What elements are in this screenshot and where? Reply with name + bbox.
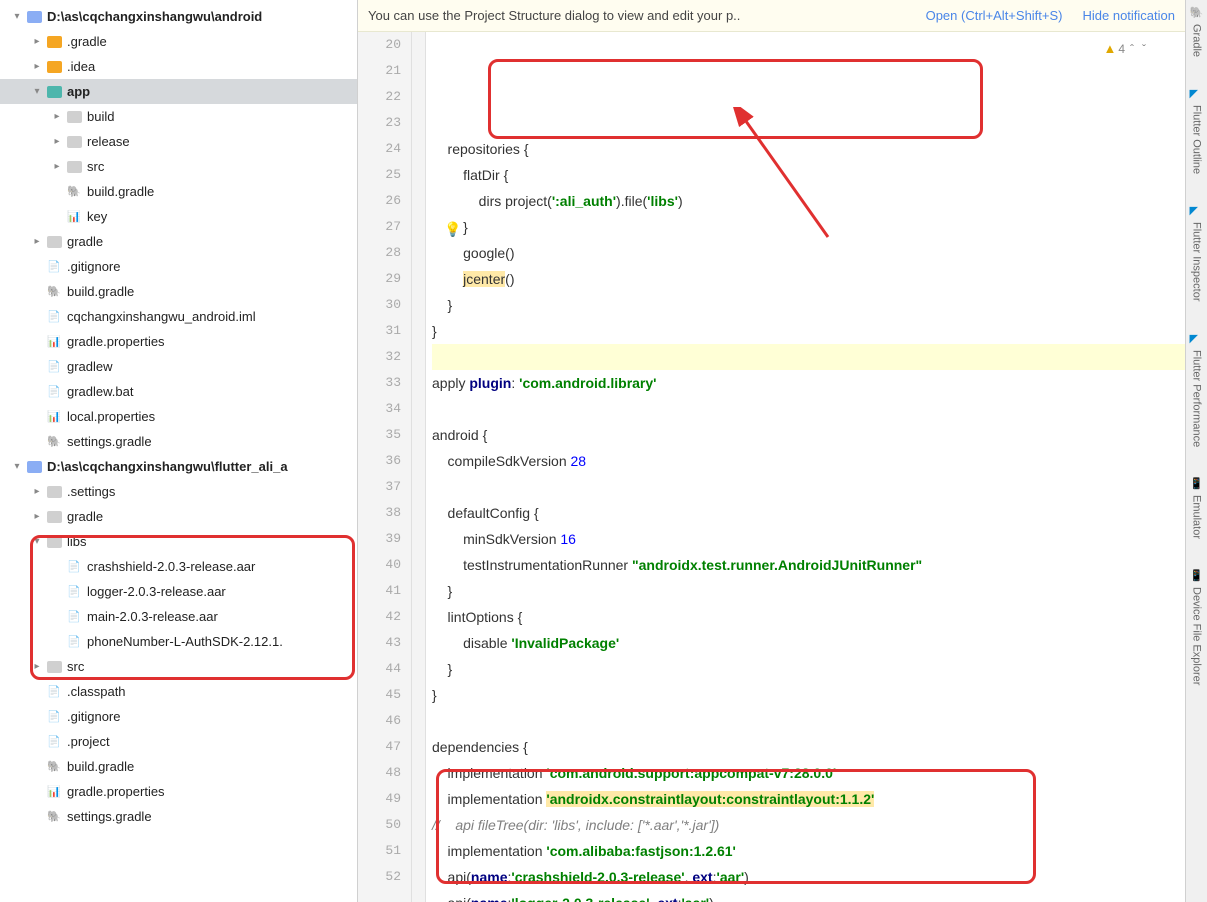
file-icon: 📄	[66, 634, 82, 650]
rail-flutter-performance[interactable]: ◤Flutter Performance	[1190, 332, 1204, 447]
file-icon: 📄	[46, 709, 62, 725]
file-icon: 📄	[66, 559, 82, 575]
tree-item[interactable]: ▸.gradle	[0, 29, 357, 54]
editor: You can use the Project Structure dialog…	[358, 0, 1185, 902]
tree-item[interactable]: ▸.idea	[0, 54, 357, 79]
emulator-icon: 📱	[1190, 477, 1204, 491]
right-tool-rail: 🐘Gradle ◤Flutter Outline ◤Flutter Inspec…	[1185, 0, 1207, 902]
tree-item[interactable]: 📄crashshield-2.0.3-release.aar	[0, 554, 357, 579]
tree-item[interactable]: 📄gradlew.bat	[0, 379, 357, 404]
props-icon: 📊	[46, 334, 62, 350]
gradle-icon: 🐘	[46, 759, 62, 775]
tree-item[interactable]: 📄gradlew	[0, 354, 357, 379]
flutter-icon: ◤	[1190, 87, 1204, 101]
rail-flutter-outline[interactable]: ◤Flutter Outline	[1190, 87, 1204, 174]
rail-device-file-explorer[interactable]: 📱Device File Explorer	[1190, 569, 1204, 685]
key-icon: 📊	[66, 209, 82, 225]
tree-item[interactable]: 📄phoneNumber-L-AuthSDK-2.12.1.	[0, 629, 357, 654]
file-icon: 📄	[46, 684, 62, 700]
tree-item[interactable]: 📊local.properties	[0, 404, 357, 429]
file-icon: 📄	[46, 309, 62, 325]
props-icon: 📊	[46, 409, 62, 425]
warning-icon: ▲	[1103, 36, 1116, 62]
tree-item[interactable]: 📄main-2.0.3-release.aar	[0, 604, 357, 629]
tree-item[interactable]: 📄cqchangxinshangwu_android.iml	[0, 304, 357, 329]
tree-item[interactable]: 📊key	[0, 204, 357, 229]
tree-item[interactable]: 📊gradle.properties	[0, 779, 357, 804]
flutter-icon: ◤	[1190, 204, 1204, 218]
tree-item[interactable]: 📄.project	[0, 729, 357, 754]
rail-flutter-inspector[interactable]: ◤Flutter Inspector	[1190, 204, 1204, 301]
notification-open-link[interactable]: Open (Ctrl+Alt+Shift+S)	[926, 8, 1063, 23]
intention-bulb-icon[interactable]: 💡	[444, 216, 461, 242]
gradle-icon: 🐘	[46, 284, 62, 300]
file-icon: 📄	[46, 359, 62, 375]
prev-highlight[interactable]: ˆ	[1127, 36, 1137, 62]
props-icon: 📊	[46, 784, 62, 800]
tree-item[interactable]: 📊gradle.properties	[0, 329, 357, 354]
gradle-icon: 🐘	[66, 184, 82, 200]
tree-item[interactable]: 📄logger-2.0.3-release.aar	[0, 579, 357, 604]
notification-bar: You can use the Project Structure dialog…	[358, 0, 1185, 32]
notification-message: You can use the Project Structure dialog…	[368, 8, 922, 23]
tree-item[interactable]: 📄.gitignore	[0, 254, 357, 279]
notification-hide-link[interactable]: Hide notification	[1083, 8, 1176, 23]
tree-item[interactable]: ▸.settings	[0, 479, 357, 504]
file-icon: 📄	[46, 259, 62, 275]
rail-emulator[interactable]: 📱Emulator	[1190, 477, 1204, 539]
tree-item[interactable]: ▸src	[0, 154, 357, 179]
tree-item[interactable]: 📄.classpath	[0, 679, 357, 704]
tree-root-flutter[interactable]: ▾ D:\as\cqchangxinshangwu\flutter_ali_a	[0, 454, 357, 479]
tree-item[interactable]: ▸gradle	[0, 504, 357, 529]
tree-item[interactable]: 🐘settings.gradle	[0, 804, 357, 829]
tree-item[interactable]: ▸src	[0, 654, 357, 679]
fold-column[interactable]	[412, 32, 426, 902]
tree-item[interactable]: 📄.gitignore	[0, 704, 357, 729]
code-content[interactable]: ▲ 4 ˆ ˇ repositories { flatDir { dirs pr…	[426, 32, 1185, 902]
tree-item[interactable]: ▸release	[0, 129, 357, 154]
tree-item-libs[interactable]: ▾libs	[0, 529, 357, 554]
gradle-icon: 🐘	[46, 809, 62, 825]
inspection-widget[interactable]: ▲ 4 ˆ ˇ	[1103, 36, 1149, 62]
tree-item[interactable]: 🐘settings.gradle	[0, 429, 357, 454]
rail-gradle[interactable]: 🐘Gradle	[1190, 6, 1204, 57]
file-icon: 📄	[46, 734, 62, 750]
tree-item[interactable]: 🐘build.gradle	[0, 279, 357, 304]
project-tree[interactable]: ▾ D:\as\cqchangxinshangwu\android ▸.grad…	[0, 0, 358, 902]
code-editor[interactable]: 2021222324252627282930313233343536373839…	[358, 32, 1185, 902]
tree-root-android[interactable]: ▾ D:\as\cqchangxinshangwu\android	[0, 4, 357, 29]
tree-item-app[interactable]: ▾app	[0, 79, 357, 104]
file-icon: 📄	[66, 584, 82, 600]
tree-item[interactable]: ▸gradle	[0, 229, 357, 254]
tree-item[interactable]: ▸build	[0, 104, 357, 129]
tree-item[interactable]: 🐘build.gradle	[0, 754, 357, 779]
device-icon: 📱	[1190, 569, 1204, 583]
file-icon: 📄	[46, 384, 62, 400]
gradle-icon: 🐘	[1190, 6, 1204, 20]
gradle-icon: 🐘	[46, 434, 62, 450]
tree-item[interactable]: 🐘build.gradle	[0, 179, 357, 204]
flutter-icon: ◤	[1190, 332, 1204, 346]
file-icon: 📄	[66, 609, 82, 625]
next-highlight[interactable]: ˇ	[1139, 36, 1149, 62]
line-gutter: 2021222324252627282930313233343536373839…	[358, 32, 412, 902]
